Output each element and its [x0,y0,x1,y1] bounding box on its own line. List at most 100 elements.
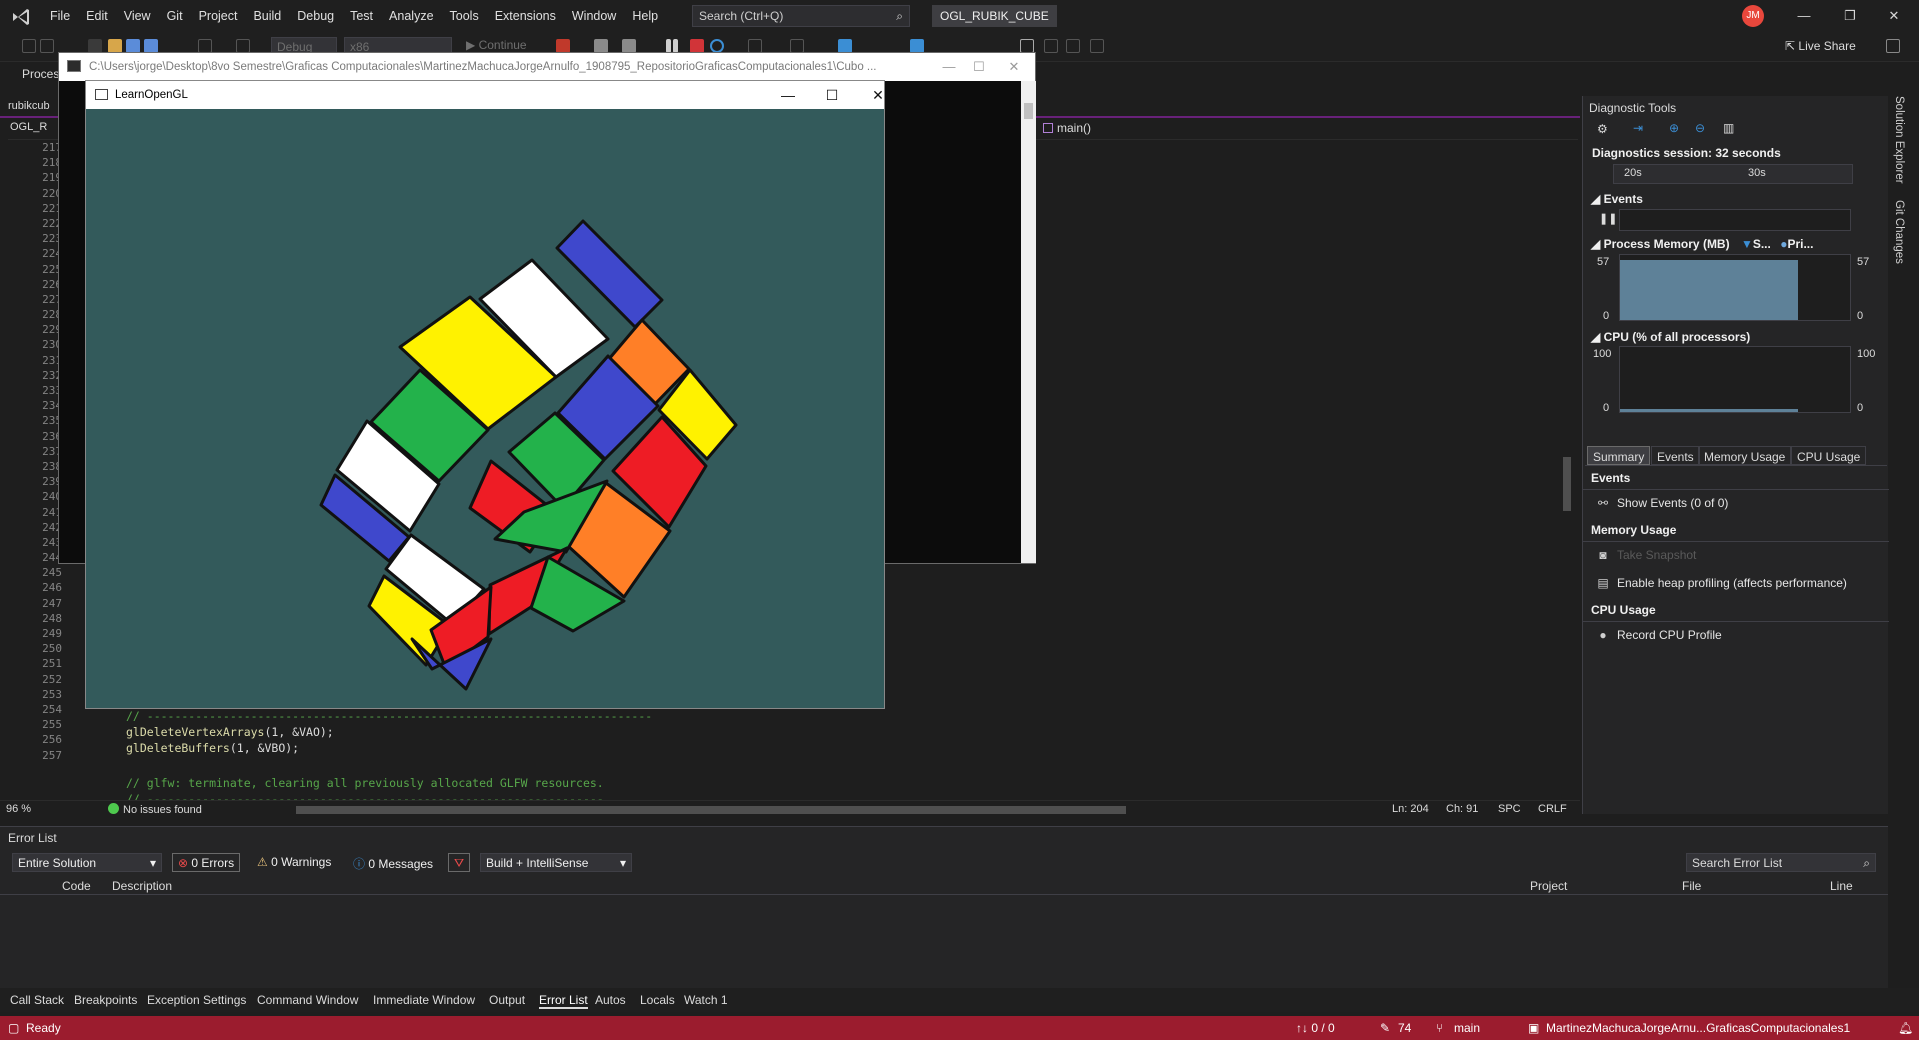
visual-studio-logo-icon[interactable] [10,6,32,28]
line-ending-indicator[interactable]: CRLF [1538,803,1567,815]
tab-events[interactable]: Events [1651,446,1700,465]
tab-autos[interactable]: Autos [595,993,626,1007]
step-icon[interactable] [790,39,804,53]
take-snapshot-button[interactable]: ◙ Take Snapshot [1597,548,1696,562]
console-title-bar[interactable]: C:\Users\jorge\Desktop\8vo Semestre\Graf… [59,53,1035,81]
undo-icon[interactable] [198,39,212,53]
gl-close-button[interactable]: ✕ [861,85,895,105]
column-file[interactable]: File [1682,879,1701,893]
maximize-button[interactable]: ❐ [1836,6,1864,26]
tab-locals[interactable]: Locals [640,993,675,1007]
step-icon[interactable] [748,39,762,53]
menu-project[interactable]: Project [191,9,246,23]
menu-build[interactable]: Build [245,9,289,23]
column-project[interactable]: Project [1530,879,1567,893]
tab-error-list[interactable]: Error List [539,993,588,1009]
messages-filter-button[interactable]: ⓘ 0 Messages [348,853,438,872]
menu-edit[interactable]: Edit [78,9,116,23]
opengl-window[interactable]: LearnOpenGL — ☐ ✕ [85,80,885,709]
sync-indicator[interactable]: ↑↓ 0 / 0 [1296,1021,1335,1035]
save-all-icon[interactable] [144,39,158,53]
gl-minimize-button[interactable]: — [771,85,805,105]
repository-name[interactable]: MartinezMachucaJorgeArnu...GraficasCompu… [1546,1021,1850,1035]
column-code[interactable]: Code [62,879,91,893]
show-events-link[interactable]: ⚯ Show Events (0 of 0) [1597,496,1728,510]
tab-exception-settings[interactable]: Exception Settings [147,993,246,1007]
record-cpu-button[interactable]: ● Record CPU Profile [1597,628,1721,642]
menu-git[interactable]: Git [159,9,191,23]
export-icon[interactable]: ⇥ [1633,121,1643,135]
zoom-level[interactable]: 96 % [6,803,31,815]
menu-window[interactable]: Window [564,9,624,23]
opengl-title-bar[interactable]: LearnOpenGL — ☐ ✕ [86,81,884,109]
hot-reload-icon[interactable] [556,39,570,53]
menu-help[interactable]: Help [624,9,666,23]
tab-immediate-window[interactable]: Immediate Window [373,993,475,1007]
pending-changes-count[interactable]: 74 [1398,1021,1411,1035]
menu-extensions[interactable]: Extensions [487,9,564,23]
search-input[interactable]: Search (Ctrl+Q) ⌕ [692,5,910,27]
zoom-in-icon[interactable]: ⊕ [1669,121,1679,135]
avatar[interactable]: JM [1742,5,1764,27]
column-line[interactable]: Line [1830,879,1853,893]
filter-icon[interactable]: ⛛ [448,853,471,872]
pause-icon[interactable]: ❚❚ [1599,212,1617,225]
timeline-ruler[interactable]: 20s 30s [1613,164,1853,184]
menu-tools[interactable]: Tools [442,9,487,23]
whitespace-indicator[interactable]: SPC [1498,803,1521,815]
tab-cpu-usage[interactable]: CPU Usage [1791,446,1867,465]
code-line[interactable]: // -------------------------------------… [126,709,652,723]
horizontal-scroll-thumb[interactable] [296,806,1126,814]
cpu-section-title[interactable]: ◢ CPU (% of all processors) [1591,330,1750,344]
tab-memory-usage[interactable]: Memory Usage [1698,446,1792,465]
build-filter-dropdown[interactable]: Build + IntelliSense ▾ [480,853,632,872]
editor-scroll-thumb[interactable] [1563,457,1571,511]
code-line[interactable]: // glfw: terminate, clearing all previou… [126,776,604,790]
git-changes-tab[interactable]: Git Changes [1893,200,1905,264]
heap-profiling-toggle[interactable]: ▤ Enable heap profiling (affects performa… [1597,576,1847,590]
memory-section-title[interactable]: ◢ Process Memory (MB) ▼S... ●Pri... [1591,237,1813,251]
gl-maximize-button[interactable]: ☐ [815,85,849,105]
code-line[interactable]: glDeleteBuffers(1, &VBO); [126,741,299,755]
line-indicator[interactable]: Ln: 204 [1392,803,1429,815]
close-button[interactable]: ✕ [1880,6,1908,26]
code-line[interactable]: // -------------------------------------… [126,792,604,800]
console-scroll-thumb[interactable] [1024,103,1033,119]
live-share-button[interactable]: ⇱ Live Share [1785,39,1856,53]
column-indicator[interactable]: Ch: 91 [1446,803,1478,815]
issues-indicator[interactable]: No issues found [108,803,202,816]
menu-debug[interactable]: Debug [289,9,342,23]
bookmark-icon[interactable] [1066,39,1080,53]
tab-summary[interactable]: Summary [1587,446,1651,465]
toolbar-icon[interactable] [622,39,636,53]
function-nav-dropdown[interactable]: main() [1043,121,1091,139]
bookmark-icon[interactable] [1090,39,1104,53]
tab-output[interactable]: Output [489,993,525,1007]
solution-explorer-tab[interactable]: Solution Explorer [1893,96,1905,184]
project-nav-dropdown[interactable]: OGL_R [10,121,47,133]
console-close-button[interactable]: ✕ [999,57,1029,77]
pause-icon[interactable] [673,39,678,53]
notifications-icon[interactable]: 🔔︎ [1898,1021,1913,1035]
errors-filter-button[interactable]: ⊗ 0 Errors [172,853,241,872]
events-section-title[interactable]: ◢ Events [1591,192,1643,206]
feedback-icon[interactable] [1886,39,1900,53]
settings-icon[interactable]: ⚙ [1597,122,1608,136]
bookmark-icon[interactable] [1044,39,1058,53]
rubik-cube-render[interactable] [86,109,884,709]
menu-test[interactable]: Test [342,9,381,23]
tab-breakpoints[interactable]: Breakpoints [74,993,137,1007]
toolbar-icon[interactable] [594,39,608,53]
tab-call-stack[interactable]: Call Stack [10,993,64,1007]
redo-icon[interactable] [236,39,250,53]
stop-icon[interactable] [690,39,704,53]
chart-icon[interactable]: ▥ [1723,121,1734,135]
save-icon[interactable] [126,39,140,53]
console-scrollbar[interactable] [1021,81,1036,563]
zoom-out-icon[interactable]: ⊖ [1695,121,1705,135]
code-line[interactable]: glDeleteVertexArrays(1, &VAO); [126,725,334,739]
menu-analyze[interactable]: Analyze [381,9,441,23]
restart-icon[interactable] [710,39,724,53]
error-list-search[interactable]: Search Error List ⌕ [1686,853,1876,872]
branch-name[interactable]: main [1454,1021,1480,1035]
